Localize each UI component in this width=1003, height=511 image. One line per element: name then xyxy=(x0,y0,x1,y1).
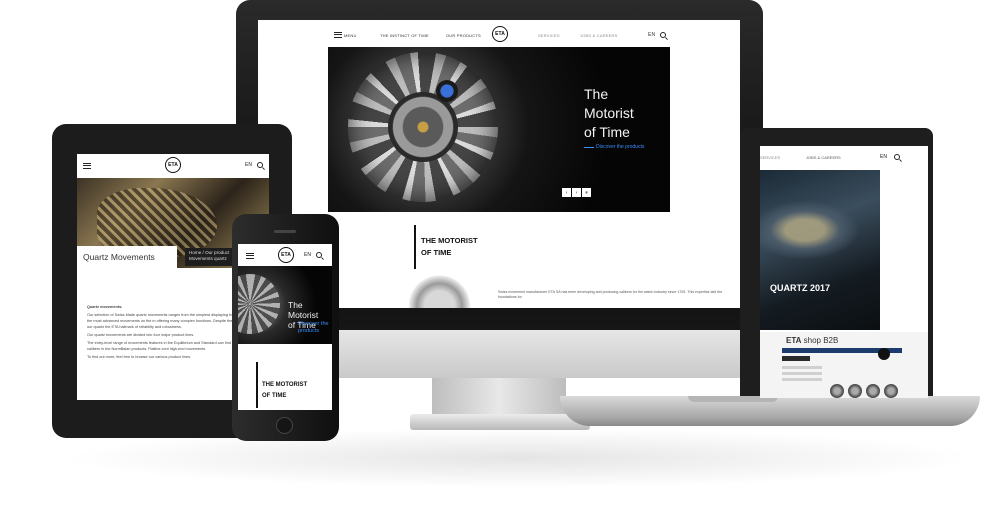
phone-search-icon[interactable] xyxy=(316,252,322,258)
movement-detail-image xyxy=(408,274,478,308)
phone-speaker xyxy=(274,230,296,233)
eta-shop-panel: ETA shop B2B xyxy=(760,332,928,398)
nav-item-services[interactable]: SERVICES xyxy=(538,33,560,38)
nav-item-jobs[interactable]: JOBS & CAREERS xyxy=(580,33,617,38)
scroll-top-button[interactable] xyxy=(878,348,890,360)
phone-discover-link[interactable]: Discover the products xyxy=(298,321,329,335)
laptop-hero-title: QUARTZ 2017 xyxy=(770,283,831,293)
shop-filter-row[interactable] xyxy=(782,366,822,369)
shop-tab[interactable] xyxy=(782,356,810,361)
tablet-menu-icon[interactable] xyxy=(83,163,91,169)
menu-icon[interactable] xyxy=(334,32,342,38)
watch-movement-image xyxy=(348,52,498,202)
prev-slide-button[interactable]: ‹ xyxy=(562,188,571,197)
hero-title: The Motorist of Time xyxy=(584,86,634,140)
imac-stand-foot xyxy=(410,414,590,430)
phone-screen: ETA EN The Motorist of Time Discover the… xyxy=(238,244,332,410)
section-text: Swiss movement manufacturer ETA SA has b… xyxy=(498,290,723,299)
nav-menu-label[interactable]: MENU xyxy=(344,33,357,38)
phone-section-title: THE MOTORIST OF TIME xyxy=(262,382,308,399)
laptop-language-switch[interactable]: EN xyxy=(880,154,887,160)
hero-slider-controls: ‹ › ⏸ xyxy=(562,188,591,197)
section-title: THE MOTORIST OF TIME xyxy=(421,236,478,257)
nav-item-products[interactable]: OUR PRODUCTS xyxy=(446,33,481,38)
nav-item-instinct[interactable]: THE INSTINCT OF TIME xyxy=(380,33,429,38)
laptop-hero: QUARTZ 2017 xyxy=(760,170,880,330)
shop-logo[interactable]: ETA shop B2B xyxy=(786,336,838,345)
phone-home-button[interactable] xyxy=(276,417,293,434)
shop-filter-row[interactable] xyxy=(782,372,822,375)
imac-hero-banner: The Motorist of Time Discover the produc… xyxy=(328,47,670,212)
hero-accent-line xyxy=(584,147,594,148)
phone-language-switch[interactable]: EN xyxy=(304,252,311,258)
search-icon[interactable] xyxy=(660,32,666,38)
shop-product-thumb[interactable] xyxy=(830,384,844,398)
shop-product-thumb[interactable] xyxy=(866,384,880,398)
imac-navbar: MENU THE INSTINCT OF TIME OUR PRODUCTS E… xyxy=(258,20,740,50)
laptop-nav-jobs[interactable]: JOBS & CAREERS xyxy=(806,155,841,160)
tablet-language-switch[interactable]: EN xyxy=(245,162,252,168)
next-slide-button[interactable]: › xyxy=(572,188,581,197)
laptop-nav-services[interactable]: SERVICES xyxy=(760,155,780,160)
shop-product-thumb[interactable] xyxy=(848,384,862,398)
phone-hero: The Motorist of Time Discover the produc… xyxy=(238,266,332,344)
laptop-screen: SERVICES JOBS & CAREERS EN QUARTZ 2017 E… xyxy=(760,146,928,398)
laptop-search-icon[interactable] xyxy=(894,154,900,160)
shop-product-thumb[interactable] xyxy=(884,384,898,398)
section-divider xyxy=(414,225,416,269)
tablet-eta-logo[interactable]: ETA xyxy=(165,157,181,173)
language-switch[interactable]: EN xyxy=(648,32,655,38)
pause-slide-button[interactable]: ⏸ xyxy=(582,188,591,197)
imac-stand-neck xyxy=(432,378,566,416)
tablet-page-title: Quartz Movements xyxy=(83,252,155,262)
phone-menu-icon[interactable] xyxy=(246,253,254,259)
shop-filter-row[interactable] xyxy=(782,378,822,381)
tablet-search-icon[interactable] xyxy=(257,162,263,168)
discover-products-link[interactable]: Discover the products xyxy=(596,144,644,150)
eta-logo[interactable]: ETA xyxy=(492,26,508,42)
phone-eta-logo[interactable]: ETA xyxy=(278,247,294,263)
